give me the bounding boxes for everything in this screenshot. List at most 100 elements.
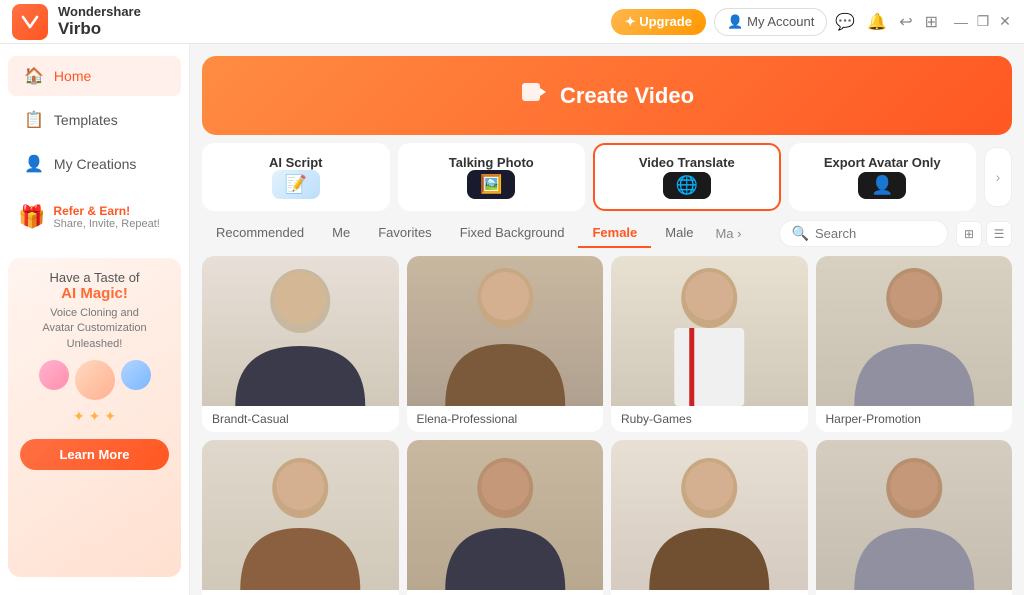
sidebar-item-home[interactable]: 🏠 Home [8,56,181,96]
sidebar-label-templates: Templates [54,112,118,128]
avatar-card-ruby[interactable]: Ruby-Games [611,256,808,432]
ai-magic-label: AI Magic! [20,285,169,302]
content-area: Create Video AI Script 📝 Talking Photo 🖼… [190,44,1024,595]
harper-silhouette [816,256,1013,406]
avatar-card-row2-4[interactable]: - [816,440,1013,595]
tab-female[interactable]: Female [578,219,651,248]
avatar-card-row2-3[interactable]: - [611,440,808,595]
avatar-card-row2-2[interactable]: - [407,440,604,595]
ruby-silhouette [611,256,808,406]
create-video-banner[interactable]: Create Video [202,56,1012,135]
sparkle-decoration: ✦ ✦ ✦ [20,408,169,425]
avatar-card-brandt[interactable]: Brandt-Casual [202,256,399,432]
tab-fixed-bg[interactable]: Fixed Background [446,219,579,248]
ai-script-thumb: 📝 [272,170,320,199]
ai-illustrations [20,360,169,400]
undo-icon[interactable]: ↩ [899,12,912,32]
sidebar-label-my-creations: My Creations [54,156,136,172]
row2-2-silhouette [407,440,604,590]
tool-card-video-translate[interactable]: Video Translate 🌐 [593,143,781,211]
bell-icon[interactable]: 🔔 [867,12,887,32]
refer-sub: Share, Invite, Repeat! [53,218,159,230]
chat-icon[interactable]: 💬 [835,12,855,32]
search-input[interactable] [815,226,935,241]
ai-taste-label: Have a Taste of [20,270,169,285]
tab-recommended[interactable]: Recommended [202,219,318,248]
avatar-name-harper: Harper-Promotion [816,406,1013,432]
talking-photo-thumb: 🖼️ [467,170,515,199]
chevron-down-icon: › [737,226,741,241]
avatar-card-row2-1[interactable]: - [202,440,399,595]
titlebar: Wondershare Virbo ✦ Upgrade 👤 My Account… [0,0,1024,44]
learn-more-button[interactable]: Learn More [20,439,169,470]
window-controls: — ❐ ✕ [954,15,1012,29]
refer-title: Refer & Earn! [53,204,159,218]
tab-favorites[interactable]: Favorites [364,219,445,248]
talking-photo-label: Talking Photo [449,155,534,170]
search-icon: 🔍 [792,225,809,242]
row2-4-silhouette [816,440,1013,590]
titlebar-left: Wondershare Virbo [12,4,141,40]
avatar-name-brandt: Brandt-Casual [202,406,399,432]
tab-male[interactable]: Male [651,219,707,248]
sidebar: 🏠 Home 📋 Templates 👤 My Creations 🎁 Refe… [0,44,190,595]
create-video-label: Create Video [560,83,694,109]
ai-magic-promo: Have a Taste of AI Magic! Voice Cloning … [8,258,181,577]
avatar-name-row2-3: - [611,590,808,595]
export-avatar-label: Export Avatar Only [824,155,941,172]
templates-icon: 📋 [24,110,44,130]
account-button[interactable]: 👤 My Account [714,8,827,36]
avatar-card-harper[interactable]: Harper-Promotion [816,256,1013,432]
app-name: Wondershare Virbo [58,4,141,40]
titlebar-icons: 💬 🔔 ↩ ⊞ [835,12,938,32]
sidebar-label-home: Home [54,68,91,84]
home-icon: 🏠 [24,66,44,86]
upgrade-button[interactable]: ✦ Upgrade [611,9,706,35]
tool-card-talking-photo[interactable]: Talking Photo 🖼️ [398,143,586,211]
titlebar-right: ✦ Upgrade 👤 My Account 💬 🔔 ↩ ⊞ — ❐ ✕ [611,8,1012,36]
create-video-icon [520,78,548,113]
avatar-grid: Brandt-Casual Elena-Professional [190,256,1024,595]
tab-more[interactable]: Ma › [707,220,749,247]
app-logo [12,4,48,40]
grid-view-button[interactable]: ⊞ [956,221,982,247]
elena-silhouette [407,256,604,406]
avatar-illustration-2 [121,360,151,390]
tool-card-export-avatar[interactable]: Export Avatar Only 👤 [789,143,977,211]
avatar-card-elena[interactable]: Elena-Professional [407,256,604,432]
minimize-button[interactable]: — [954,15,968,29]
grid-view-controls: ⊞ ☰ [956,221,1012,247]
tool-card-ai-script[interactable]: AI Script 📝 [202,143,390,211]
refer-earn-box[interactable]: 🎁 Refer & Earn! Share, Invite, Repeat! [8,194,181,240]
filter-tabs-row: Recommended Me Favorites Fixed Backgroun… [190,219,1024,256]
sidebar-promo-area: 🎁 Refer & Earn! Share, Invite, Repeat! H… [0,186,189,585]
tab-me[interactable]: Me [318,219,364,248]
avatar-name-ruby: Ruby-Games [611,406,808,432]
tool-cards-more-button[interactable]: › [984,147,1012,207]
list-view-button[interactable]: ☰ [986,221,1012,247]
video-translate-thumb: 🌐 [663,172,711,199]
avatar-name-row2-1: - [202,590,399,595]
row2-3-silhouette [611,440,808,590]
avatar-illustration-main [75,360,115,400]
maximize-button[interactable]: ❐ [976,15,990,29]
row2-1-silhouette [202,440,399,590]
user-icon: 👤 [727,14,743,30]
gift-icon: 🎁 [18,204,45,230]
tool-cards-row: AI Script 📝 Talking Photo 🖼️ Video Trans… [190,143,1024,219]
avatar-name-row2-2: - [407,590,604,595]
my-creations-icon: 👤 [24,154,44,174]
search-box[interactable]: 🔍 [779,220,948,247]
grid-icon[interactable]: ⊞ [925,12,938,32]
close-button[interactable]: ✕ [998,15,1012,29]
sidebar-item-templates[interactable]: 📋 Templates [8,100,181,140]
export-avatar-thumb: 👤 [858,172,906,199]
avatar-name-row2-4: - [816,590,1013,595]
avatar-illustration-1 [39,360,69,390]
video-translate-label: Video Translate [639,155,735,172]
ai-script-label: AI Script [269,155,322,170]
sidebar-item-my-creations[interactable]: 👤 My Creations [8,144,181,184]
refer-text: Refer & Earn! Share, Invite, Repeat! [53,204,159,230]
avatar-name-elena: Elena-Professional [407,406,604,432]
brandt-silhouette [202,256,399,406]
